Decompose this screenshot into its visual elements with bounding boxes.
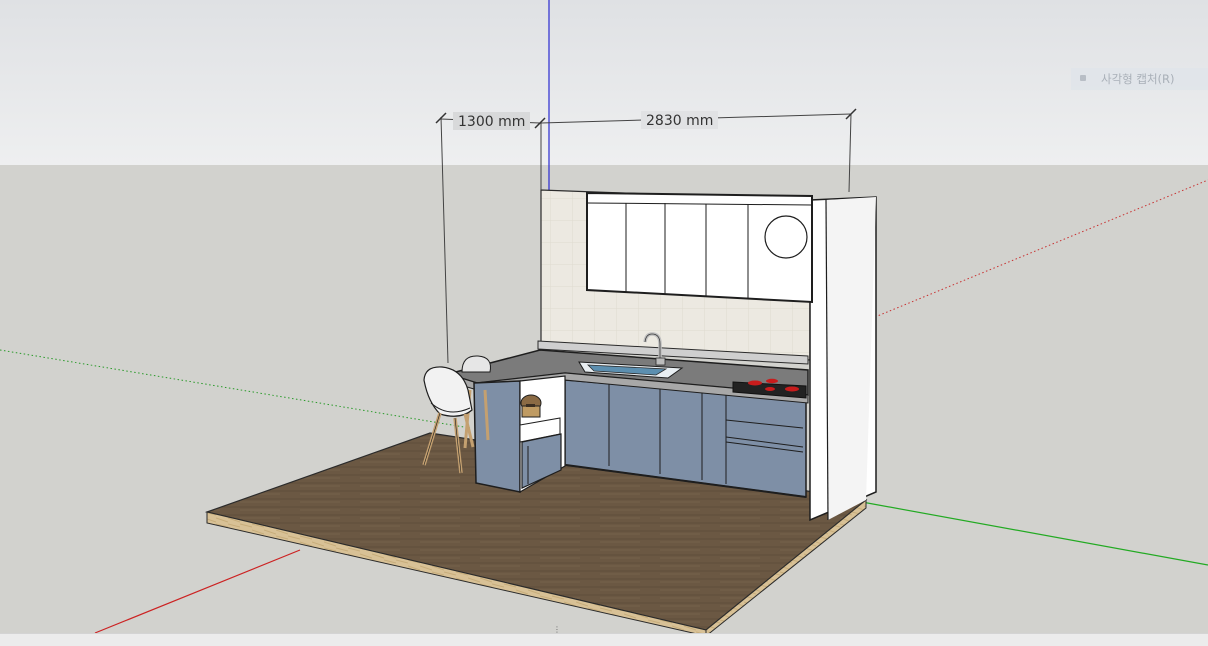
burner-4 xyxy=(765,387,775,391)
rice-cooker[interactable] xyxy=(520,394,542,418)
dimension-label-1300: 1300 mm xyxy=(458,114,525,130)
burner-1 xyxy=(748,380,762,386)
right-wall-column[interactable] xyxy=(809,196,877,522)
status-bar: ⋮ xyxy=(0,626,1208,646)
burner-3 xyxy=(785,386,799,392)
upper-cabinets[interactable] xyxy=(586,191,813,304)
3d-scene[interactable]: 1300 mm 2830 mm xyxy=(0,0,1208,646)
burner-2 xyxy=(766,378,778,384)
rectangle-capture-icon xyxy=(1077,72,1091,86)
rectangle-capture-tooltip[interactable]: 사각형 캡처(R) xyxy=(1071,68,1208,90)
resize-grip-icon[interactable]: ⋮ xyxy=(553,626,561,634)
dimension-label-2830: 2830 mm xyxy=(646,113,713,129)
tooltip-label: 사각형 캡처(R) xyxy=(1101,72,1175,86)
sketchup-viewport[interactable]: 1300 mm 2830 mm 사각형 캡처(R) ⋮ xyxy=(0,0,1208,646)
sky xyxy=(0,0,1208,165)
range-hood-vent xyxy=(764,215,808,259)
